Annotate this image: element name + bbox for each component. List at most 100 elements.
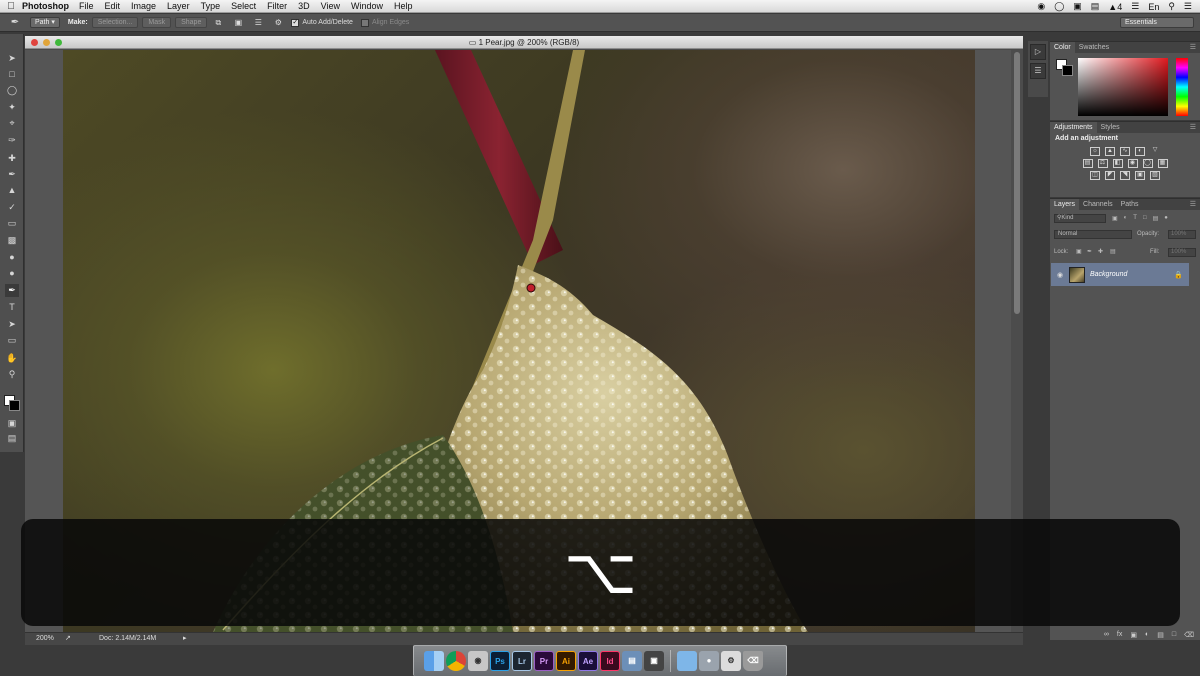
quick-mask-icon[interactable]: ▣	[5, 417, 19, 430]
panel-menu-icon[interactable]: ☰	[1190, 199, 1200, 210]
menu-app-name[interactable]: Photoshop	[22, 1, 69, 11]
filter-toggle-icon[interactable]: ●	[1164, 215, 1168, 221]
align-edges-checkbox[interactable]	[360, 18, 369, 27]
minimize-window-button[interactable]	[43, 39, 50, 46]
healing-brush-tool-icon[interactable]: ✚	[5, 152, 19, 165]
pen-tool-icon[interactable]: ✒	[5, 284, 19, 297]
trash-icon[interactable]: ⌫	[743, 651, 763, 671]
marquee-tool-icon[interactable]: □	[5, 68, 19, 81]
lock-image-icon[interactable]: ✒	[1087, 248, 1092, 255]
lock-position-icon[interactable]: ✚	[1098, 248, 1103, 255]
history-brush-tool-icon[interactable]: ✓	[5, 201, 19, 214]
blend-mode-select[interactable]: Normal	[1054, 230, 1132, 239]
applications-icon[interactable]: ●	[699, 651, 719, 671]
zoom-level[interactable]: 200%	[36, 633, 54, 645]
curves-icon[interactable]: ∿	[1120, 147, 1130, 156]
menu-layer[interactable]: Layer	[167, 1, 190, 11]
hand-tool-icon[interactable]: ✋	[5, 352, 19, 365]
panel-menu-icon[interactable]: ☰	[1190, 122, 1200, 133]
hue-saturation-icon[interactable]: ▤	[1082, 159, 1093, 168]
lock-all-icon[interactable]: ▤	[1110, 248, 1116, 255]
gradient-tool-icon[interactable]: ▩	[5, 234, 19, 247]
export-icon[interactable]: ↗	[65, 633, 71, 645]
link-layers-icon[interactable]: ∞	[1104, 631, 1109, 638]
levels-icon[interactable]: ▲	[1105, 147, 1115, 156]
menu-3d[interactable]: 3D	[298, 1, 310, 11]
add-mask-icon[interactable]: ▣	[1130, 631, 1137, 639]
new-group-icon[interactable]: ▤	[1157, 631, 1164, 639]
input-source[interactable]: En	[1148, 2, 1159, 12]
doc-size[interactable]: Doc: 2.14M/2.14M	[99, 633, 156, 645]
vibrance-icon[interactable]: ▽	[1150, 147, 1160, 156]
zoom-window-button[interactable]	[55, 39, 62, 46]
menu-type[interactable]: Type	[201, 1, 221, 11]
hue-slider[interactable]	[1176, 58, 1188, 116]
history-panel-icon[interactable]: ▷	[1030, 44, 1046, 60]
menu-image[interactable]: Image	[131, 1, 156, 11]
move-tool-icon[interactable]: ➤	[5, 52, 19, 65]
tab-layers[interactable]: Layers	[1050, 199, 1080, 210]
pen-mode-select[interactable]: Path ▾	[30, 17, 60, 28]
layer-background[interactable]: ◉ Background 🔒	[1051, 263, 1189, 286]
workspace-select[interactable]: Essentials	[1120, 17, 1194, 28]
fill-field[interactable]: 100%	[1168, 248, 1196, 257]
blur-tool-icon[interactable]: ●	[5, 251, 19, 264]
brush-tool-icon[interactable]: ✒	[5, 168, 19, 181]
status-menu-arrow-icon[interactable]: ▸	[183, 633, 187, 645]
menu-select[interactable]: Select	[231, 1, 256, 11]
invert-icon[interactable]: ◫	[1090, 171, 1100, 180]
delete-layer-icon[interactable]: ⌫	[1184, 631, 1194, 639]
chrome-icon[interactable]	[446, 651, 466, 671]
new-layer-icon[interactable]: □	[1172, 631, 1176, 638]
tab-adjustments[interactable]: Adjustments	[1050, 122, 1097, 133]
background-color-swatch[interactable]	[9, 400, 20, 411]
zoom-tool-icon[interactable]: ⚲	[5, 368, 19, 381]
color-balance-icon[interactable]: ⚖	[1097, 159, 1108, 168]
gear-icon[interactable]: ⚙	[271, 17, 285, 28]
box-icon[interactable]: ▣	[1073, 1, 1082, 12]
visibility-eye-icon[interactable]: ◉	[1051, 271, 1069, 279]
make-shape-button[interactable]: Shape	[175, 17, 208, 28]
menu-view[interactable]: View	[321, 1, 340, 11]
path-arrangement-icon[interactable]: ☰	[251, 17, 265, 28]
exposure-icon[interactable]: ◐	[1135, 147, 1145, 156]
spotlight-icon[interactable]: ⚲	[1168, 1, 1175, 12]
kind-filter-select[interactable]: ⚲Kind	[1054, 213, 1106, 223]
tab-styles[interactable]: Styles	[1097, 122, 1124, 133]
path-operations-icon[interactable]: ⧉	[211, 17, 225, 28]
quick-selection-tool-icon[interactable]: ✦	[5, 101, 19, 114]
screen-mode-icon[interactable]: ▤	[5, 432, 19, 445]
dodge-tool-icon[interactable]: ●	[5, 267, 19, 280]
tab-swatches[interactable]: Swatches	[1075, 42, 1113, 53]
close-window-button[interactable]	[31, 39, 38, 46]
menu-filter[interactable]: Filter	[267, 1, 287, 11]
document-title-bar[interactable]: ▭ 1 Pear.jpg @ 200% (RGB/8)	[25, 36, 1023, 49]
preferences-icon[interactable]: ⚙	[721, 651, 741, 671]
crop-tool-icon[interactable]: ⌖	[5, 117, 19, 130]
illustrator-icon[interactable]: Ai	[556, 651, 576, 671]
brightness-contrast-icon[interactable]: ☼	[1090, 147, 1100, 156]
properties-panel-icon[interactable]: ☰	[1030, 63, 1046, 79]
new-adjustment-layer-icon[interactable]: ◐	[1145, 631, 1149, 638]
display-icon[interactable]: ▤	[1091, 1, 1100, 12]
tab-channels[interactable]: Channels	[1079, 199, 1117, 210]
menu-edit[interactable]: Edit	[105, 1, 121, 11]
scrollbar-thumb[interactable]	[1014, 52, 1020, 314]
tab-color[interactable]: Color	[1050, 42, 1075, 53]
auto-add-delete-checkbox[interactable]: ✓	[291, 18, 300, 27]
filter-adjustment-icon[interactable]: ◐	[1124, 215, 1128, 221]
make-selection-button[interactable]: Selection...	[91, 17, 139, 28]
selective-color-icon[interactable]: ▧	[1150, 171, 1160, 180]
menu-help[interactable]: Help	[394, 1, 413, 11]
menu-file[interactable]: File	[79, 1, 94, 11]
lasso-tool-icon[interactable]: ◯	[5, 84, 19, 97]
filter-shape-icon[interactable]: □	[1143, 215, 1147, 221]
indesign-icon[interactable]: Id	[600, 651, 620, 671]
make-mask-button[interactable]: Mask	[142, 17, 172, 28]
panel-menu-icon[interactable]: ☰	[1190, 42, 1200, 53]
notification-center-icon[interactable]: ☰	[1184, 1, 1192, 12]
menu-window[interactable]: Window	[351, 1, 383, 11]
threshold-icon[interactable]: ◥	[1120, 171, 1130, 180]
filter-smart-object-icon[interactable]: ▤	[1153, 215, 1159, 222]
finder-icon[interactable]	[424, 651, 444, 671]
